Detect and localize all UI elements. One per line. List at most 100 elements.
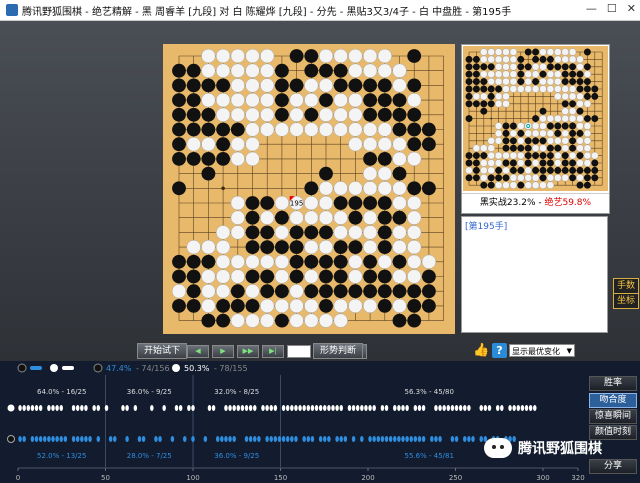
tab-share[interactable]: 分享 bbox=[589, 459, 637, 474]
black-stone bbox=[561, 78, 569, 86]
last-move-button[interactable]: ▶| bbox=[262, 345, 284, 358]
white-match-pill bbox=[47, 405, 51, 411]
white-stone bbox=[215, 48, 231, 64]
stat-white-dot bbox=[172, 364, 180, 372]
white-stone bbox=[407, 269, 422, 284]
white-stone bbox=[509, 77, 518, 86]
white-stone bbox=[487, 70, 495, 78]
black-stone bbox=[289, 49, 304, 63]
white-stone bbox=[304, 313, 319, 328]
white-stone bbox=[260, 63, 275, 78]
coordinates-toggle[interactable]: 坐标 bbox=[613, 293, 639, 309]
white-stone bbox=[215, 239, 231, 255]
white-match-pill bbox=[34, 405, 39, 411]
white-stone bbox=[561, 137, 569, 145]
black-stone bbox=[583, 85, 591, 93]
tab-match-rate[interactable]: 吻合度 bbox=[589, 393, 637, 408]
white-match-pill bbox=[487, 405, 492, 411]
black-stone bbox=[392, 210, 407, 225]
white-stone bbox=[392, 239, 407, 255]
black-stone bbox=[472, 70, 480, 78]
black-stone bbox=[319, 254, 333, 269]
white-stone bbox=[583, 122, 592, 130]
forward-button[interactable]: ▶ bbox=[212, 345, 234, 358]
mini-board[interactable] bbox=[463, 46, 608, 191]
black-match-pill bbox=[51, 436, 55, 442]
black-match-pill bbox=[63, 436, 68, 442]
black-stone bbox=[569, 78, 577, 86]
white-stone bbox=[531, 70, 540, 78]
black-stone bbox=[524, 137, 532, 145]
situation-judge-button[interactable]: 形势判断 bbox=[313, 343, 363, 359]
white-stone bbox=[421, 254, 437, 269]
white-stone bbox=[576, 174, 584, 182]
maximize-icon[interactable]: ☐ bbox=[607, 2, 617, 15]
analysis-mode-select[interactable]: 显示最优变化 ▼ bbox=[509, 344, 575, 357]
black-stone bbox=[172, 254, 186, 269]
black-stone bbox=[172, 122, 186, 137]
black-stone bbox=[561, 159, 569, 167]
black-stone bbox=[216, 313, 231, 328]
white-match-pill bbox=[397, 405, 401, 411]
black-stone bbox=[509, 122, 517, 130]
white-stone bbox=[517, 151, 525, 160]
white-stone bbox=[509, 129, 518, 138]
black-stone bbox=[260, 240, 275, 255]
white-match-pill bbox=[178, 405, 183, 411]
move-number-toggle[interactable]: 手数 bbox=[613, 278, 639, 294]
black-match-pill bbox=[273, 436, 278, 442]
black-stone bbox=[532, 48, 540, 56]
black-match-pill bbox=[59, 436, 63, 442]
black-stone bbox=[304, 181, 319, 196]
thumbs-up-icon[interactable]: 👍 bbox=[473, 343, 489, 358]
back-button[interactable]: ◀ bbox=[187, 345, 209, 358]
white-match-pill bbox=[533, 405, 537, 411]
white-stone bbox=[576, 55, 584, 64]
black-match-pill bbox=[397, 436, 401, 442]
black-stone bbox=[407, 122, 422, 137]
white-stone bbox=[502, 151, 510, 160]
black-stone bbox=[524, 63, 532, 71]
white-stone bbox=[362, 63, 378, 78]
close-icon[interactable]: ✕ bbox=[627, 2, 636, 15]
white-stone bbox=[201, 269, 216, 284]
try-play-button[interactable]: 开始试下 bbox=[137, 343, 187, 359]
white-match-pill bbox=[512, 405, 516, 411]
black-match-pill bbox=[55, 436, 59, 442]
white-stone bbox=[531, 159, 540, 167]
white-stone bbox=[554, 70, 562, 78]
goto-move-input[interactable] bbox=[287, 345, 311, 358]
white-stone bbox=[554, 48, 562, 56]
white-match-pill bbox=[162, 405, 166, 411]
black-match-pill bbox=[183, 436, 187, 442]
white-match-pill bbox=[96, 405, 101, 411]
help-icon[interactable]: ? bbox=[492, 343, 507, 358]
white-stone bbox=[509, 55, 518, 64]
white-stone bbox=[318, 122, 334, 137]
black-stone bbox=[421, 181, 436, 196]
white-stone bbox=[260, 48, 275, 64]
white-stone bbox=[362, 137, 378, 152]
white-stone bbox=[304, 78, 319, 93]
black-segment-label: 36.0% - 9/25 bbox=[214, 452, 259, 460]
black-match-pill bbox=[84, 436, 88, 442]
black-stone bbox=[472, 85, 480, 93]
black-stone bbox=[480, 181, 488, 189]
black-stone bbox=[363, 196, 378, 210]
tab-win-rate[interactable]: 胜率 bbox=[589, 376, 637, 391]
black-stone bbox=[363, 151, 378, 166]
black-stone bbox=[465, 55, 473, 63]
black-stone bbox=[465, 70, 473, 78]
black-stone bbox=[333, 269, 348, 284]
black-stone bbox=[502, 144, 510, 152]
tab-surprise-moments[interactable]: 惊喜瞬间 bbox=[589, 409, 637, 424]
black-match-pill bbox=[471, 436, 475, 442]
minimize-icon[interactable]: — bbox=[586, 2, 597, 15]
black-stone bbox=[465, 152, 473, 160]
forward-10-button[interactable]: ▶▶ bbox=[237, 345, 259, 358]
white-match-pill bbox=[211, 405, 216, 411]
go-board[interactable]: 195 bbox=[163, 44, 455, 334]
black-stone bbox=[421, 122, 436, 137]
black-stone bbox=[245, 196, 260, 210]
white-stone bbox=[554, 85, 562, 93]
